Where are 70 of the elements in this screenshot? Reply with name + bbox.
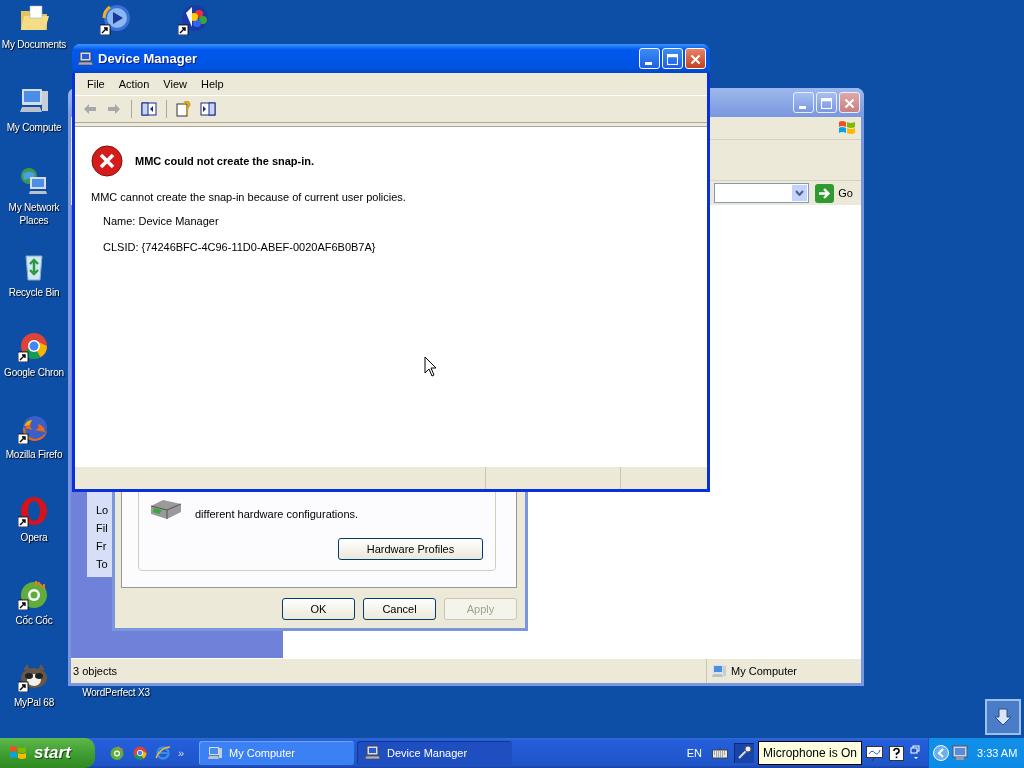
- minimize-icon: [799, 106, 806, 109]
- icon-label[interactable]: Opera: [20, 531, 48, 544]
- monitor-icon[interactable]: [952, 745, 968, 761]
- minimize-button[interactable]: [793, 92, 814, 113]
- computer-icon: [365, 745, 381, 761]
- close-button[interactable]: [839, 92, 860, 113]
- mouse-cursor-icon: [424, 356, 437, 377]
- icon-label[interactable]: MyPal 68: [13, 696, 55, 709]
- status-text: 3 objects: [72, 665, 119, 677]
- maximize-button[interactable]: [816, 92, 837, 113]
- hardware-profiles-button[interactable]: Hardware Profiles: [338, 538, 483, 560]
- windows-flag-icon: [837, 119, 857, 137]
- icon-label[interactable]: My Network Places: [0, 201, 68, 227]
- ie-icon: [155, 745, 171, 761]
- clock[interactable]: 3:33 AM: [977, 747, 1018, 759]
- microphone-icon[interactable]: [734, 743, 754, 763]
- chevron-icon[interactable]: [933, 745, 949, 761]
- windows-logo-icon: [8, 744, 28, 762]
- quick-launch-button[interactable]: [132, 745, 148, 761]
- icon-label[interactable]: WordPerfect X3: [82, 686, 150, 699]
- snap-in-name: Name: Device Manager: [103, 215, 220, 227]
- help-icon: [176, 101, 192, 117]
- menu-item[interactable]: View: [157, 76, 195, 92]
- icon-label[interactable]: Google Chron: [4, 366, 64, 379]
- computer-icon: [711, 663, 727, 679]
- go-button[interactable]: Go: [815, 183, 853, 203]
- menu-item[interactable]: Action: [112, 76, 158, 92]
- arrow-icon: [106, 101, 122, 117]
- down-arrow-icon: [993, 707, 1013, 727]
- keyboard-icon[interactable]: [712, 747, 728, 759]
- error-icon: [91, 145, 123, 177]
- description-text: different hardware configurations.: [195, 508, 359, 520]
- chevron-button[interactable]: »: [178, 747, 185, 759]
- chrome-icon: [132, 745, 148, 761]
- error-message: MMC cannot create the snap-in because of current user policies.: [91, 191, 407, 203]
- coccoc-icon: [109, 745, 125, 761]
- down-arrow-button[interactable]: [985, 699, 1021, 735]
- status-location: My Computer: [731, 665, 798, 677]
- icon-label[interactable]: Cốc Cốc: [15, 614, 53, 627]
- clsid-text: CLSID: {74246BFC-4C96-11D0-ABEF-0020AF6B0B7A}: [103, 241, 377, 253]
- icon-label[interactable]: My Compute: [6, 121, 62, 134]
- quick-launch-button[interactable]: [109, 745, 125, 761]
- minimize-icon: [645, 62, 652, 65]
- dialog-button[interactable]: OK: [282, 598, 355, 620]
- help-icon[interactable]: [889, 745, 904, 761]
- pane-icon: [141, 101, 157, 117]
- detail-text: Lo: [96, 504, 109, 517]
- detail-text: To: [96, 558, 108, 571]
- computer-icon: [207, 745, 223, 761]
- error-title: MMC could not create the snap-in.: [135, 155, 315, 167]
- restore-icon[interactable]: [910, 745, 922, 761]
- pane-icon: [200, 101, 216, 117]
- icon-label[interactable]: Mozilla Firefo: [5, 448, 63, 461]
- dialog-button[interactable]: Cancel: [363, 598, 436, 620]
- taskbar-button[interactable]: My Computer: [199, 741, 354, 765]
- window-title: Device Manager: [98, 51, 198, 66]
- menu-item[interactable]: Help: [194, 76, 232, 92]
- computer-icon: [78, 50, 94, 67]
- taskbar-button[interactable]: Device Manager: [357, 741, 512, 765]
- quick-launch-button[interactable]: [155, 745, 171, 761]
- menu-item[interactable]: File: [81, 76, 113, 92]
- hardware-icon: [149, 498, 183, 520]
- language-indicator[interactable]: EN: [686, 747, 702, 759]
- address-field[interactable]: [714, 183, 810, 203]
- icon-label[interactable]: Recycle Bin: [8, 286, 60, 299]
- handwriting-icon[interactable]: [866, 745, 883, 761]
- detail-text: Fr: [96, 540, 107, 553]
- tooltip: Microphone is On: [758, 741, 863, 765]
- icon-label[interactable]: My Documents: [1, 38, 67, 51]
- detail-text: Fil: [96, 522, 108, 535]
